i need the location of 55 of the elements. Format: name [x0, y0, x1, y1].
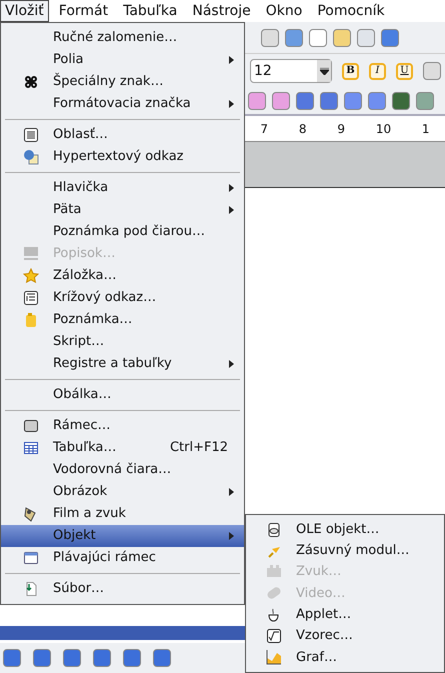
- menu-bar-item[interactable]: Vložiť: [0, 0, 49, 22]
- font-size-field[interactable]: 12: [250, 59, 332, 83]
- menu-item[interactable]: Obálka…: [1, 384, 244, 406]
- menu-item[interactable]: Zásuvný modul…: [246, 540, 444, 562]
- menu-item[interactable]: Súbor…: [1, 578, 244, 600]
- menu-item[interactable]: Hypertextový odkaz: [1, 146, 244, 168]
- menu-item[interactable]: Formátovacia značka: [1, 93, 244, 115]
- command-icon: [23, 74, 39, 90]
- formula-icon: [266, 628, 282, 644]
- caption-icon: [23, 246, 39, 262]
- menu-item[interactable]: Registre a tabuľky: [1, 353, 244, 375]
- menu-item[interactable]: Špeciálny znak…: [1, 71, 244, 93]
- ruler-number: 1: [422, 120, 430, 138]
- format-button[interactable]: I: [369, 62, 386, 80]
- menu-item[interactable]: OLE objekt…: [246, 519, 444, 540]
- menu-bar-item[interactable]: Okno: [260, 0, 308, 22]
- dropdown-caret-icon: [317, 60, 331, 82]
- menu-item[interactable]: Vodorovná čiara…: [1, 459, 244, 481]
- menu-item[interactable]: Krížový odkaz…: [1, 287, 244, 309]
- menu-item[interactable]: Objekt: [1, 525, 244, 547]
- menu-item[interactable]: Graf…: [246, 646, 444, 668]
- format-button[interactable]: B: [342, 62, 359, 80]
- ruler-number: 7: [260, 120, 268, 138]
- menu-item[interactable]: Rámec…: [1, 415, 244, 437]
- menu-bar-item[interactable]: Tabuľka: [118, 0, 182, 22]
- menu-item[interactable]: Vzorec…: [246, 625, 444, 647]
- menu-item[interactable]: Tabuľka… Ctrl+F12: [1, 437, 244, 459]
- menu-item[interactable]: Skript…: [1, 331, 244, 353]
- cross-reference-icon: [23, 290, 39, 306]
- ruler-number: 10: [376, 120, 392, 138]
- menu-item[interactable]: Poznámka pod čiarou…: [1, 221, 244, 243]
- note-icon: [23, 312, 39, 328]
- ruler-number: 8: [298, 120, 307, 138]
- globe-document-icon: [23, 149, 39, 165]
- ruler-number: 9: [337, 120, 345, 138]
- text-area-icon: [23, 127, 39, 143]
- frame-icon: [23, 418, 39, 434]
- menu-bar-item[interactable]: Nástroje: [187, 0, 256, 22]
- menu-item[interactable]: Päta: [1, 199, 244, 221]
- menu-bar-item[interactable]: Formát: [54, 0, 114, 22]
- menu-item[interactable]: Polia: [1, 49, 244, 71]
- menu-item[interactable]: Hlavička: [1, 177, 244, 199]
- object-icon: [266, 522, 282, 538]
- menu-item[interactable]: Ručné zalomenie…: [1, 27, 244, 49]
- menu-item[interactable]: Poznámka…: [1, 309, 244, 331]
- window-icon: [23, 550, 39, 566]
- chart-icon: [266, 649, 282, 666]
- format-button[interactable]: U: [396, 62, 413, 80]
- menu-item[interactable]: Plávajúci rámec: [1, 547, 244, 569]
- menu-bar-item[interactable]: Pomocník: [312, 0, 390, 22]
- menu-item[interactable]: Záložka…: [1, 265, 244, 287]
- menu-item[interactable]: Film a zvuk: [1, 503, 244, 525]
- menu-item[interactable]: Obrázok: [1, 481, 244, 503]
- menu-item[interactable]: Oblasť…: [1, 124, 244, 146]
- menu-item[interactable]: Applet…: [246, 604, 444, 626]
